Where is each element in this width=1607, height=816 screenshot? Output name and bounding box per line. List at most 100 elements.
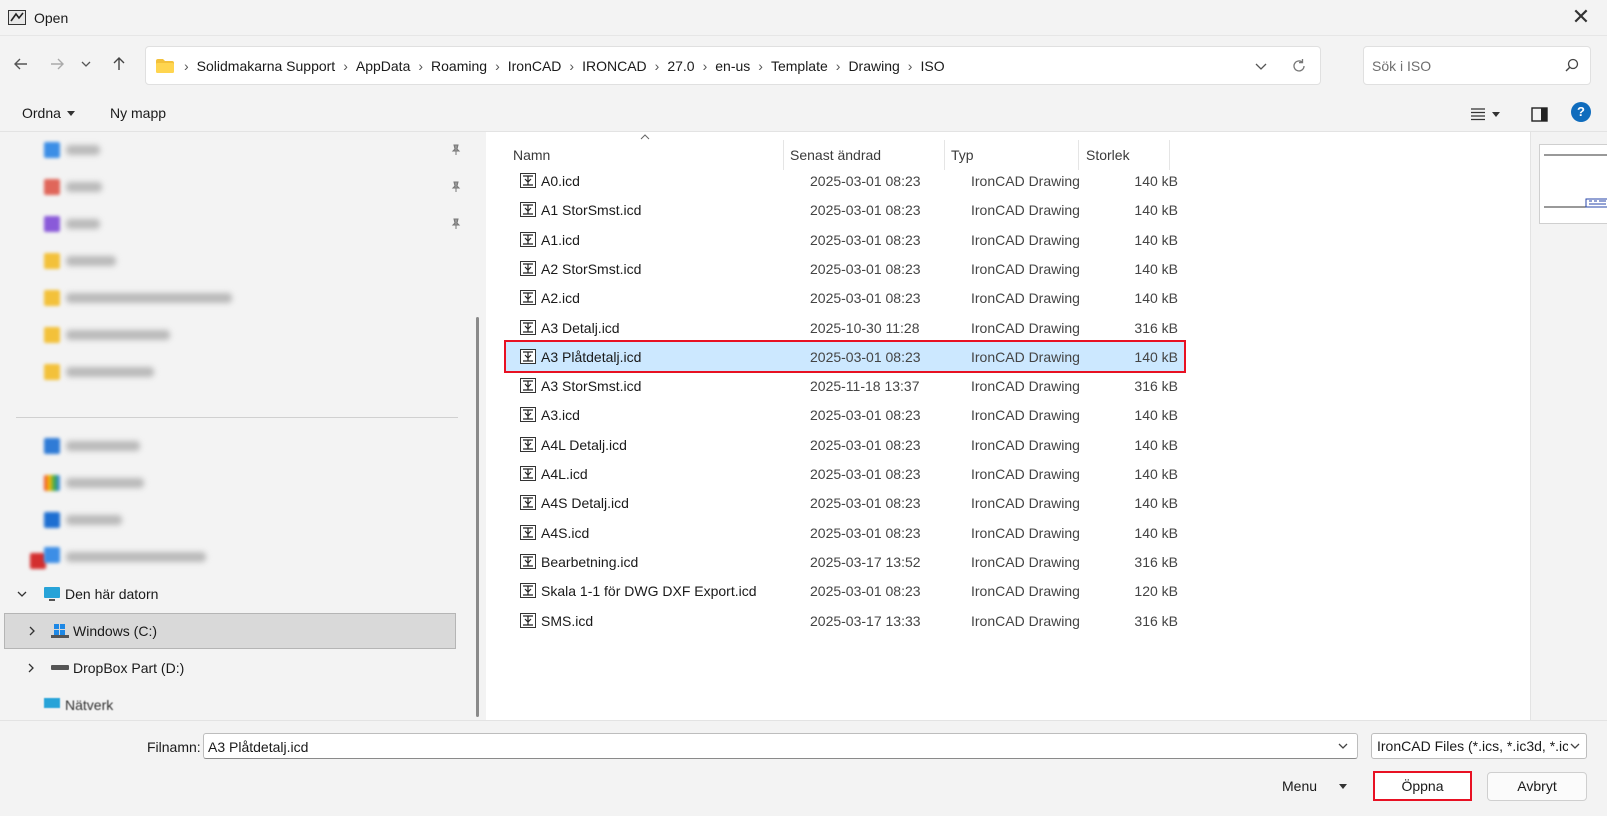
- breadcrumb-item[interactable]: Drawing: [842, 58, 905, 74]
- quick-access-item[interactable]: [0, 132, 466, 168]
- file-row[interactable]: A1 StorSmst.icd 2025-03-01 08:23 IronCAD D…: [506, 195, 1184, 224]
- file-size: 140 kB: [1134, 494, 1178, 511]
- help-icon[interactable]: ?: [1571, 102, 1591, 122]
- cloud-drive-item[interactable]: [0, 539, 466, 575]
- pin-icon[interactable]: [450, 218, 462, 230]
- file-row[interactable]: Skala 1-1 för DWG DXF Export.icd 2025-03-…: [506, 576, 1184, 605]
- drive-icon: [51, 665, 69, 670]
- dialog-footer: Filnamn: IronCAD Files (*.ics, *.ic3d, *…: [0, 720, 1607, 816]
- new-folder-button[interactable]: Ny mapp: [110, 102, 166, 124]
- address-history-dropdown-icon[interactable]: [1250, 56, 1272, 76]
- network-icon: [44, 698, 60, 708]
- scrollbar-thumb[interactable]: [476, 317, 479, 717]
- breadcrumb-item[interactable]: Template: [765, 58, 834, 74]
- chevron-down-icon[interactable]: [17, 589, 27, 599]
- music-icon: [44, 179, 60, 195]
- file-size: 140 kB: [1134, 201, 1178, 218]
- sidebar-item-network[interactable]: Nätverk: [0, 687, 466, 720]
- breadcrumb-item[interactable]: IRONCAD: [576, 58, 653, 74]
- ironcad-drawing-file-icon: [520, 407, 536, 422]
- file-size: 316 kB: [1134, 319, 1178, 336]
- preview-pane-button[interactable]: [1531, 103, 1548, 125]
- sidebar-item-drive-d[interactable]: DropBox Part (D:): [0, 650, 466, 686]
- breadcrumb-item[interactable]: ISO: [914, 58, 950, 74]
- file-row[interactable]: A4L Detalj.icd 2025-03-01 08:23 IronCAD Dr…: [506, 430, 1184, 459]
- recent-locations-button[interactable]: [73, 51, 99, 77]
- pin-icon[interactable]: [450, 181, 462, 193]
- breadcrumb-item[interactable]: Roaming: [425, 58, 493, 74]
- breadcrumb-item[interactable]: AppData: [350, 58, 416, 74]
- nav-scrollbar[interactable]: [474, 132, 482, 720]
- breadcrumb-item[interactable]: Solidmakarna Support: [191, 58, 342, 74]
- address-bar[interactable]: › Solidmakarna Support › AppData › Roami…: [145, 46, 1321, 85]
- quick-access-item[interactable]: [0, 354, 466, 390]
- file-row[interactable]: A4S.icd 2025-03-01 08:23 IronCAD Drawing 14…: [506, 518, 1184, 547]
- file-size: 140 kB: [1134, 436, 1178, 453]
- breadcrumb-separator: ›: [569, 57, 575, 74]
- file-row[interactable]: A3.icd 2025-03-01 08:23 IronCAD Drawing 140…: [506, 400, 1184, 429]
- file-row[interactable]: A1.icd 2025-03-01 08:23 IronCAD Drawing 140…: [506, 225, 1184, 254]
- drive-icon: [44, 475, 60, 491]
- quick-access-item[interactable]: [0, 280, 466, 316]
- file-row[interactable]: Bearbetning.icd 2025-03-17 13:52 IronCAD D…: [506, 547, 1184, 576]
- sidebar-item-this-pc[interactable]: Den här datorn: [0, 576, 466, 612]
- file-row[interactable]: A0.icd 2025-03-01 08:23 IronCAD Drawing 140…: [506, 166, 1184, 195]
- file-type: IronCAD Drawing: [971, 553, 1080, 570]
- breadcrumb-item[interactable]: en-us: [709, 58, 756, 74]
- file-row[interactable]: A2 StorSmst.icd 2025-03-01 08:23 IronCAD D…: [506, 254, 1184, 283]
- view-options-button[interactable]: [1470, 103, 1500, 125]
- cloud-drive-item[interactable]: [0, 428, 466, 464]
- back-button[interactable]: [8, 51, 34, 77]
- quick-access-item[interactable]: [0, 206, 466, 242]
- file-size: 140 kB: [1134, 289, 1178, 306]
- search-icon[interactable]: [1564, 57, 1580, 73]
- quick-access-item[interactable]: [0, 243, 466, 279]
- chevron-down-icon: [81, 61, 91, 67]
- breadcrumb-item[interactable]: IronCAD: [502, 58, 568, 74]
- file-row[interactable]: A3 StorSmst.icd 2025-11-18 13:37 IronCAD D…: [506, 371, 1184, 400]
- blurred-label: [66, 441, 140, 451]
- file-row[interactable]: SMS.icd 2025-03-17 13:33 IronCAD Drawing 31…: [506, 606, 1184, 635]
- open-button[interactable]: Öppna: [1373, 771, 1472, 801]
- file-row[interactable]: A3 Detalj.icd 2025-10-30 11:28 IronCAD Dra…: [506, 313, 1184, 342]
- cloud-icon: [44, 512, 60, 528]
- breadcrumb-item[interactable]: 27.0: [661, 58, 700, 74]
- breadcrumb-separator: ›: [907, 57, 913, 74]
- file-name: A4S.icd: [541, 524, 590, 541]
- file-row[interactable]: A4S Detalj.icd 2025-03-01 08:23 IronCAD Dr…: [506, 488, 1184, 517]
- file-type: IronCAD Drawing: [971, 319, 1080, 336]
- sidebar-item-drive-c[interactable]: Windows (C:): [4, 613, 456, 649]
- file-row[interactable]: A4L.icd 2025-03-01 08:23 IronCAD Drawing 14…: [506, 459, 1184, 488]
- quick-access-item[interactable]: [0, 169, 466, 205]
- chevron-right-icon[interactable]: [27, 626, 37, 636]
- search-box[interactable]: [1363, 46, 1591, 85]
- file-type-select[interactable]: IronCAD Files (*.ics, *.ic3d, *.icd,: [1371, 733, 1587, 759]
- search-input[interactable]: [1372, 55, 1552, 77]
- quick-access-item[interactable]: [0, 317, 466, 353]
- file-row[interactable]: A3 Plåtdetalj.icd 2025-03-01 08:23 IronCAD…: [504, 340, 1186, 373]
- breadcrumb-separator: ›: [184, 57, 189, 74]
- forward-arrow-icon: [51, 58, 64, 70]
- forward-button[interactable]: [44, 51, 70, 77]
- drawing-preview-image: [1544, 154, 1607, 208]
- cloud-drive-item[interactable]: [0, 465, 466, 501]
- menu-button[interactable]: Menu: [1282, 778, 1348, 794]
- cancel-button[interactable]: Avbryt: [1487, 772, 1587, 801]
- ironcad-drawing-file-icon: [520, 232, 536, 247]
- column-header-label: Senast ändrad: [790, 147, 882, 163]
- organize-button[interactable]: Ordna: [22, 102, 75, 124]
- pin-icon[interactable]: [450, 144, 462, 156]
- refresh-icon[interactable]: [1289, 56, 1309, 76]
- filename-combobox[interactable]: [203, 733, 1358, 759]
- close-button[interactable]: ✕: [1566, 6, 1596, 30]
- chevron-down-icon: [1568, 739, 1582, 753]
- file-type: IronCAD Drawing: [971, 406, 1080, 423]
- file-row[interactable]: A2.icd 2025-03-01 08:23 IronCAD Drawing 140…: [506, 283, 1184, 312]
- filename-input[interactable]: [208, 737, 1318, 756]
- chevron-right-icon[interactable]: [26, 663, 36, 673]
- up-button[interactable]: [106, 51, 132, 77]
- chevron-down-icon[interactable]: [1335, 738, 1351, 754]
- file-date: 2025-03-01 08:23: [810, 231, 921, 248]
- file-list: Namn Senast ändrad Typ Storlek A0.icd 202…: [486, 132, 1530, 720]
- cloud-drive-item[interactable]: [0, 502, 466, 538]
